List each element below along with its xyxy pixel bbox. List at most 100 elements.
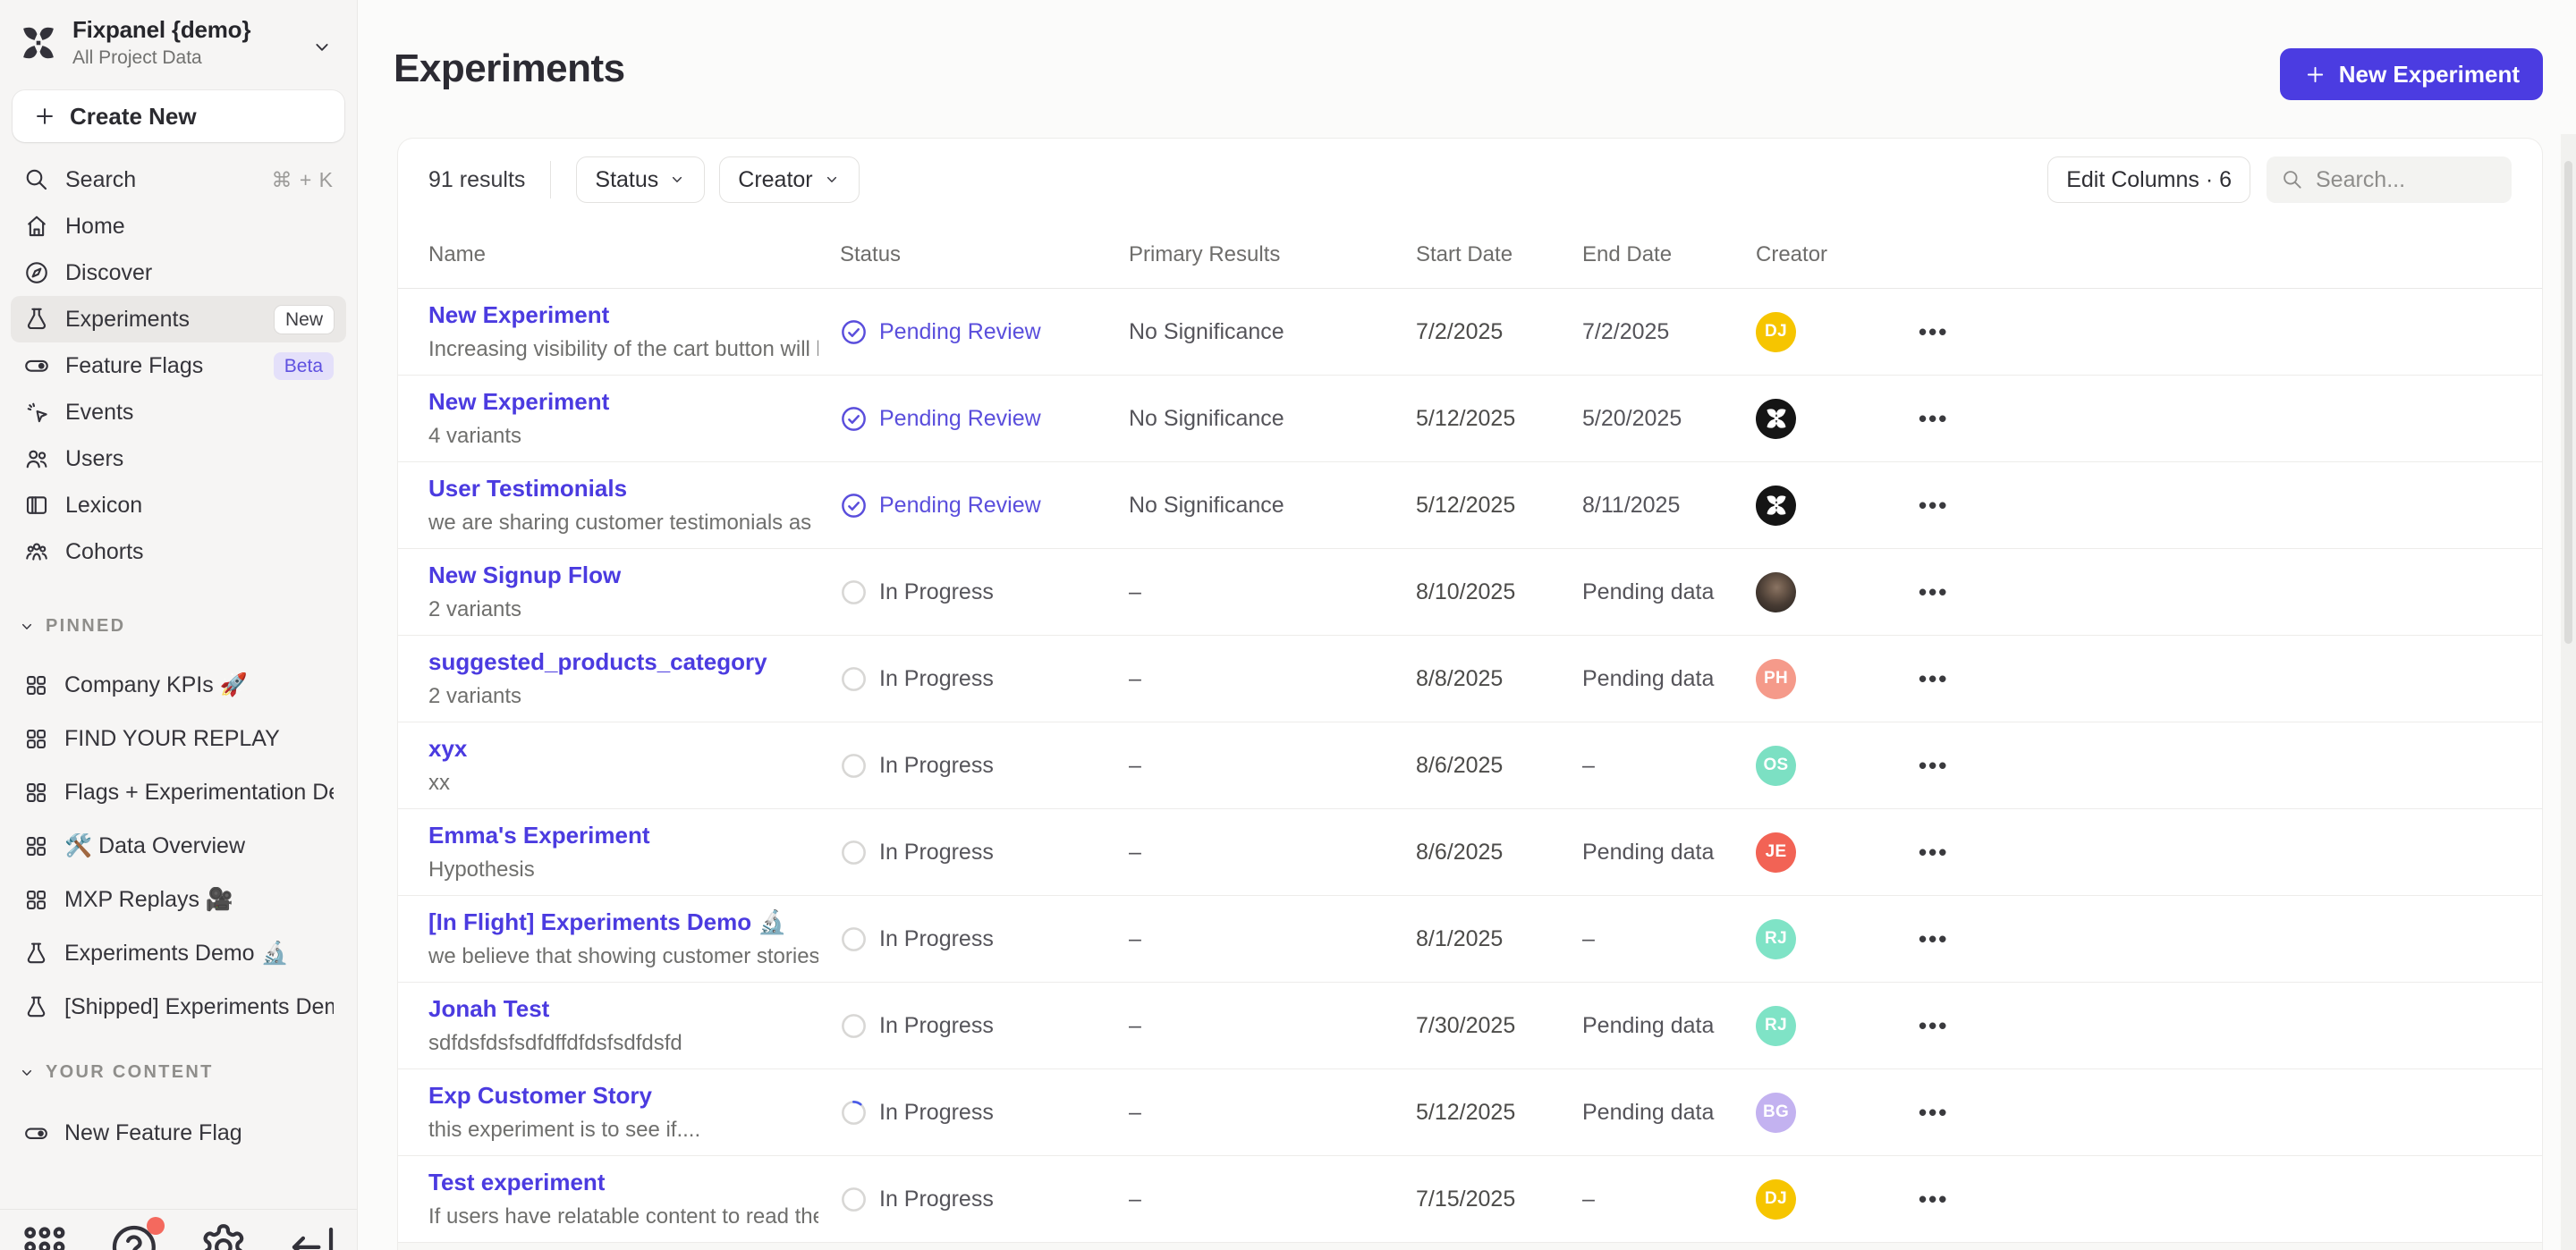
end-date-cell: Pending data: [1582, 1100, 1756, 1126]
sidebar-item-label: Lexicon: [65, 493, 142, 519]
sidebar-item-experiments[interactable]: ExperimentsNew: [11, 296, 346, 342]
sidebar-item-search[interactable]: Search⌘ + K: [11, 156, 346, 203]
table-row[interactable]: xyxxxIn Progress–8/6/2025–OS•••: [398, 722, 2542, 809]
sidebar-item-flags-experimentation-demo[interactable]: Flags + Experimentation Demo ,: [11, 765, 346, 819]
section-header-your-content[interactable]: YOUR CONTENT: [0, 1062, 357, 1083]
end-date-cell: Pending data: [1582, 1013, 1756, 1039]
table-row[interactable]: Jonah TestsdfdsfdsfsdfdffdfdsfsdfdsfdIn …: [398, 983, 2542, 1069]
board-icon: [23, 780, 49, 806]
status-label: In Progress: [879, 840, 994, 866]
new-experiment-button[interactable]: New Experiment: [2280, 48, 2543, 100]
table-row[interactable]: suggested_products_category2 variantsIn …: [398, 636, 2542, 722]
sidebar-item-feature-flags[interactable]: Feature Flags Beta: [11, 342, 346, 389]
sidebar-item-events[interactable]: Events: [11, 389, 346, 435]
creator-cell: PH: [1756, 659, 1919, 699]
sidebar-item-data-overview[interactable]: 🛠️ Data Overview: [11, 819, 346, 873]
start-date-cell: 7/15/2025: [1416, 1187, 1582, 1212]
row-overflow-menu[interactable]: •••: [1919, 1099, 1948, 1127]
experiment-name-link[interactable]: New Experiment: [428, 388, 609, 416]
section-header-pinned[interactable]: PINNED: [0, 616, 357, 637]
experiment-name-link[interactable]: Emma's Experiment: [428, 822, 650, 849]
start-date-cell: 5/12/2025: [1416, 493, 1582, 519]
badge-beta: Beta: [274, 352, 334, 380]
row-overflow-menu[interactable]: •••: [1919, 579, 1948, 606]
experiment-name-link[interactable]: Test experiment: [428, 1169, 605, 1196]
experiment-name-link[interactable]: xyx: [428, 735, 467, 763]
table-row[interactable]: User Testimonialswe are sharing customer…: [398, 462, 2542, 549]
row-overflow-menu[interactable]: •••: [1919, 405, 1948, 433]
sidebar-item-lexicon[interactable]: Lexicon: [11, 482, 346, 528]
experiment-name-link[interactable]: New Experiment: [428, 301, 609, 329]
scrollbar-thumb[interactable]: [2564, 161, 2572, 644]
avatar: DJ: [1756, 312, 1796, 352]
sidebar-item-shipped-experiments-demo[interactable]: [Shipped] Experiments Demo 🖊️: [11, 980, 346, 1034]
row-overflow-menu[interactable]: •••: [1919, 665, 1948, 693]
experiment-name-link[interactable]: Exp Customer Story: [428, 1082, 652, 1110]
experiment-name-link[interactable]: New Signup Flow: [428, 562, 621, 589]
table-row[interactable]: New Experiment4 variantsPending ReviewNo…: [398, 376, 2542, 462]
sidebar-item-users[interactable]: Users: [11, 435, 346, 482]
search-input[interactable]: [2316, 167, 2486, 193]
help-icon[interactable]: [107, 1220, 161, 1250]
status-label: In Progress: [879, 926, 994, 952]
sidebar-item-home[interactable]: Home: [11, 203, 346, 249]
sidebar-item-label: [Shipped] Experiments Demo 🖊️: [64, 994, 334, 1020]
column-header-creator: Creator: [1756, 242, 1919, 267]
table-row[interactable]: [In Flight] Experiments Demo 🔬 we believe…: [398, 896, 2542, 983]
creator-cell: RJ: [1756, 919, 1919, 959]
experiment-name-link[interactable]: Jonah Test: [428, 995, 549, 1023]
edit-columns-button[interactable]: Edit Columns · 6: [2047, 156, 2250, 203]
avatar: [1756, 399, 1796, 439]
filter-status-dropdown[interactable]: Status: [576, 156, 705, 203]
flask-icon: [23, 306, 50, 333]
table-row[interactable]: Test experimentIf users have relatable c…: [398, 1156, 2542, 1243]
primary-results-cell: –: [1129, 840, 1416, 866]
sidebar-item-label: Company KPIs 🚀: [64, 672, 248, 698]
start-date-cell: 8/10/2025: [1416, 579, 1582, 605]
filter-creator-dropdown[interactable]: Creator: [719, 156, 859, 203]
creator-cell: DJ: [1756, 312, 1919, 352]
sidebar-item-discover[interactable]: Discover: [11, 249, 346, 296]
toggle-icon: [23, 352, 50, 379]
sidebar-item-company-kpis[interactable]: Company KPIs 🚀: [11, 658, 346, 712]
row-overflow-menu[interactable]: •••: [1919, 492, 1948, 519]
row-overflow-menu[interactable]: •••: [1919, 1186, 1948, 1213]
sidebar-item-cohorts[interactable]: Cohorts: [11, 528, 346, 575]
sidebar-item-label: Users: [65, 446, 123, 472]
sidebar-item-experiments-demo[interactable]: Experiments Demo 🔬: [11, 926, 346, 980]
table-row[interactable]: Exp Customer Storythis experiment is to …: [398, 1069, 2542, 1156]
sidebar-item-mxp-replays[interactable]: MXP Replays 🎥: [11, 873, 346, 926]
sidebar-item-new-feature-flag[interactable]: New Feature Flag: [11, 1106, 346, 1160]
table-row[interactable]: New ExperimentIncreasing visibility of t…: [398, 289, 2542, 376]
sidebar-item-label: Feature Flags: [65, 353, 203, 379]
apps-grid-icon[interactable]: [18, 1220, 72, 1250]
sidebar-item-label: Flags + Experimentation Demo ,: [64, 780, 334, 806]
workspace-switcher[interactable]: Fixpanel {demo} All Project Data: [0, 0, 357, 81]
experiment-description: Hypothesis: [428, 857, 818, 883]
end-date-cell: 7/2/2025: [1582, 319, 1756, 345]
chevron-down-icon: [668, 171, 686, 189]
start-date-cell: 8/8/2025: [1416, 666, 1582, 692]
status-label: Pending Review: [879, 493, 1041, 519]
experiment-name-link[interactable]: suggested_products_category: [428, 648, 767, 676]
sidebar-item-find-your-replay[interactable]: FIND YOUR REPLAY: [11, 712, 346, 765]
table-row[interactable]: Emma's ExperimentHypothesisIn Progress–8…: [398, 809, 2542, 896]
sidebar-item-label: Events: [65, 400, 133, 426]
row-overflow-menu[interactable]: •••: [1919, 839, 1948, 866]
experiment-name-link[interactable]: [In Flight] Experiments Demo 🔬: [428, 908, 787, 936]
settings-icon[interactable]: [197, 1220, 250, 1250]
experiment-description: we believe that showing customer stories…: [428, 944, 818, 969]
row-overflow-menu[interactable]: •••: [1919, 318, 1948, 346]
table-row[interactable]: New Signup Flow2 variantsIn Progress–8/1…: [398, 549, 2542, 636]
chevron-down-icon: [18, 1064, 36, 1082]
sidebar-item-label: Discover: [65, 260, 152, 286]
row-overflow-menu[interactable]: •••: [1919, 925, 1948, 953]
sidebar-item-label: FIND YOUR REPLAY: [64, 726, 280, 752]
experiment-description: 2 variants: [428, 684, 818, 709]
experiment-name-link[interactable]: User Testimonials: [428, 475, 627, 503]
collapse-sidebar-icon[interactable]: [285, 1220, 339, 1250]
row-overflow-menu[interactable]: •••: [1919, 752, 1948, 780]
create-new-button[interactable]: Create New: [13, 90, 344, 142]
experiment-description: xx: [428, 771, 818, 796]
row-overflow-menu[interactable]: •••: [1919, 1012, 1948, 1040]
